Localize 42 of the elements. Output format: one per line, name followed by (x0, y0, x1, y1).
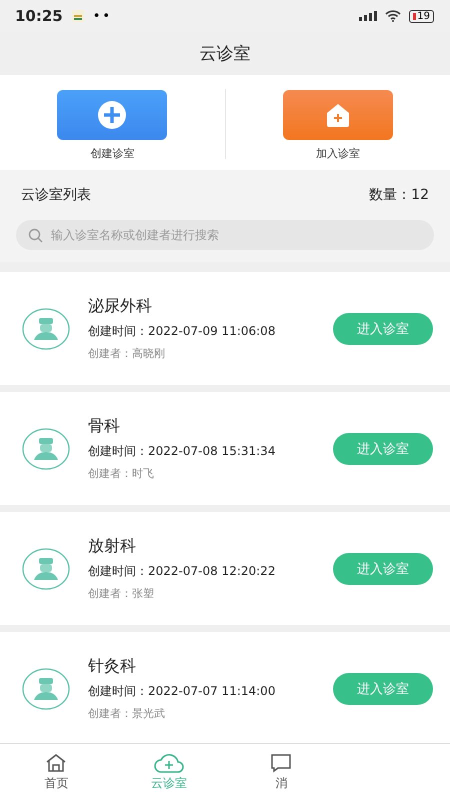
app-icon (70, 9, 85, 23)
search-field[interactable]: 输入诊室名称或创建者进行搜索 (16, 220, 434, 250)
created-time: 创建时间：2022-07-08 15:31:34 (88, 443, 276, 460)
created-time: 创建时间：2022-07-08 12:20:22 (88, 563, 276, 580)
nav-tab[interactable]: 消 (225, 744, 338, 800)
enter-room-button[interactable]: 进入诊室 (333, 552, 433, 584)
status-time: 10:25 (15, 7, 63, 25)
creator-name: 创建者：景光武 (88, 706, 166, 721)
cloud-plus-icon (152, 752, 185, 772)
enter-room-button[interactable]: 进入诊室 (333, 672, 433, 704)
room-name: 针灸科 (88, 656, 137, 677)
page-title: 云诊室 (200, 43, 250, 65)
room-name: 骨科 (88, 416, 121, 437)
created-time: 创建时间：2022-07-09 11:06:08 (88, 323, 276, 340)
wifi-icon (385, 10, 402, 22)
room-name: 放射科 (88, 536, 137, 557)
create-room-button[interactable] (57, 90, 168, 140)
signal-icon (359, 11, 378, 21)
nav-tab[interactable]: 首页 (0, 744, 112, 800)
room-count: 数量：12 (369, 186, 429, 204)
creator-name: 创建者：高晓刚 (88, 346, 166, 361)
room-name: 泌尿外科 (88, 296, 153, 317)
notification-dots: •• (92, 8, 112, 24)
message-icon (270, 752, 292, 772)
enter-room-button[interactable]: 进入诊室 (333, 312, 433, 344)
house-plus-icon (324, 102, 351, 128)
doctor-avatar-icon (22, 308, 70, 350)
doctor-avatar-icon (22, 548, 70, 590)
enter-room-button[interactable]: 进入诊室 (333, 432, 433, 464)
plus-circle-icon (97, 100, 128, 130)
doctor-avatar-icon (22, 668, 70, 710)
created-time: 创建时间：2022-07-07 11:14:00 (88, 683, 276, 700)
home-icon (45, 752, 68, 772)
list-title: 云诊室列表 (21, 186, 91, 204)
battery-indicator: 19 (409, 10, 434, 22)
creator-name: 创建者：时飞 (88, 466, 155, 481)
join-room-button[interactable] (282, 90, 393, 140)
creator-name: 创建者：张塑 (88, 586, 155, 601)
doctor-avatar-icon (22, 428, 70, 470)
nav-tab[interactable]: 云诊室 (112, 744, 225, 800)
action-label: 创建诊室 (90, 146, 134, 161)
action-label: 加入诊室 (316, 146, 360, 161)
